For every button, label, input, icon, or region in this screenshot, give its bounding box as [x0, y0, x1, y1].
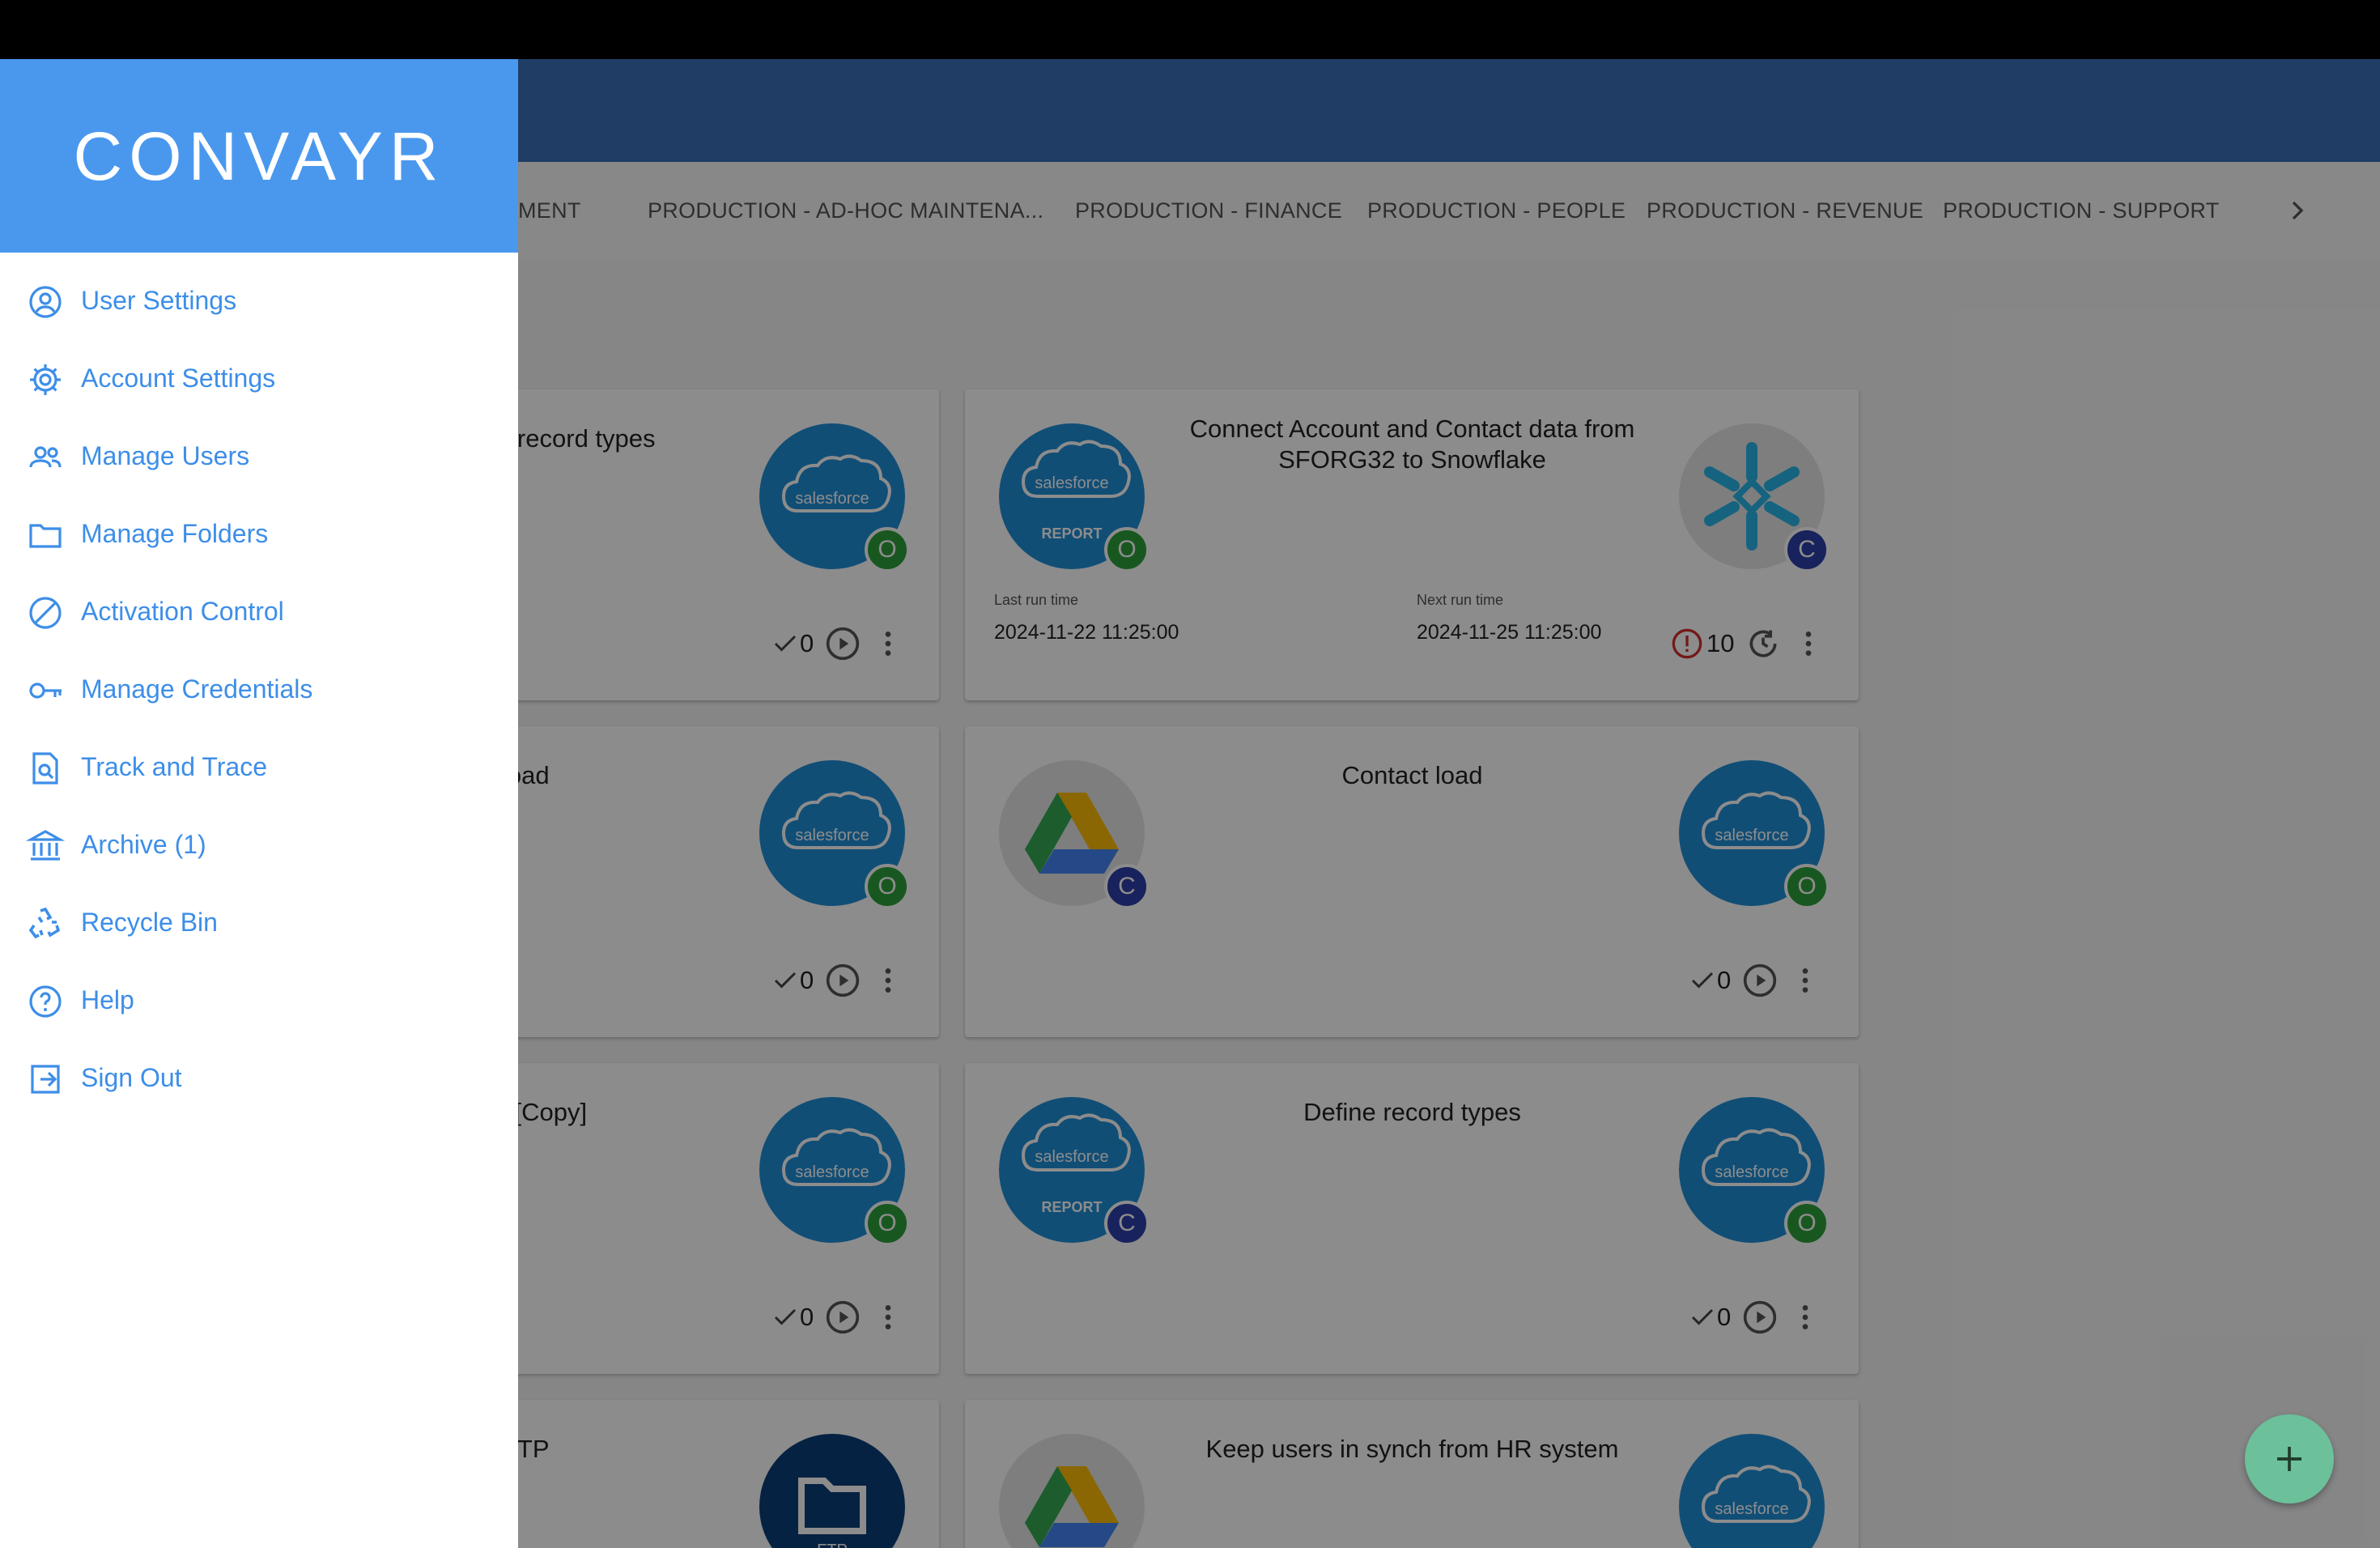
recycle-icon: [28, 907, 61, 939]
menu-item-sign-out[interactable]: Sign Out: [0, 1040, 518, 1118]
menu-item-manage-folders[interactable]: Manage Folders: [0, 496, 518, 574]
menu-label: Account Settings: [81, 364, 276, 393]
account-circle-icon: [29, 286, 62, 318]
menu-item-account-settings[interactable]: Account Settings: [0, 341, 518, 419]
menu-label: Recycle Bin: [81, 908, 218, 937]
menu-label: Manage Credentials: [81, 674, 313, 704]
menu-item-manage-users[interactable]: Manage Users: [0, 419, 518, 496]
menu-item-activation-control[interactable]: Activation Control: [0, 574, 518, 652]
window-top-bar: [0, 0, 2380, 59]
menu-item-track-and-trace[interactable]: Track and Trace: [0, 729, 518, 807]
navigation-drawer: CONVAYR User Settings Account Settings M…: [0, 59, 518, 1548]
menu-label: Activation Control: [81, 597, 284, 626]
bank-icon: [26, 830, 65, 861]
menu-label: Archive (1): [81, 830, 206, 859]
gear-icon: [30, 364, 61, 395]
menu-label: Help: [81, 985, 134, 1014]
menu-label: User Settings: [81, 286, 237, 315]
plus-icon: [2277, 1447, 2301, 1471]
menu-item-recycle-bin[interactable]: Recycle Bin: [0, 885, 518, 963]
folder-icon: [29, 524, 62, 548]
document-search-icon: [32, 752, 58, 785]
menu-label: Track and Trace: [81, 752, 268, 781]
menu-label: Sign Out: [81, 1063, 182, 1092]
menu-item-help[interactable]: Help: [0, 963, 518, 1040]
add-integration-button[interactable]: [2245, 1414, 2334, 1503]
menu-item-archive[interactable]: Archive (1): [0, 807, 518, 885]
menu-label: Manage Folders: [81, 519, 269, 548]
drawer-header: CONVAYR: [0, 59, 518, 253]
menu-label: Manage Users: [81, 441, 250, 470]
app-logo: CONVAYR: [73, 118, 445, 194]
key-icon: [29, 683, 62, 699]
help-icon: [29, 985, 62, 1018]
sign-out-icon: [31, 1065, 60, 1094]
block-icon: [29, 597, 62, 629]
menu-item-user-settings[interactable]: User Settings: [0, 263, 518, 341]
menu-item-manage-credentials[interactable]: Manage Credentials: [0, 652, 518, 729]
people-icon: [29, 446, 62, 468]
